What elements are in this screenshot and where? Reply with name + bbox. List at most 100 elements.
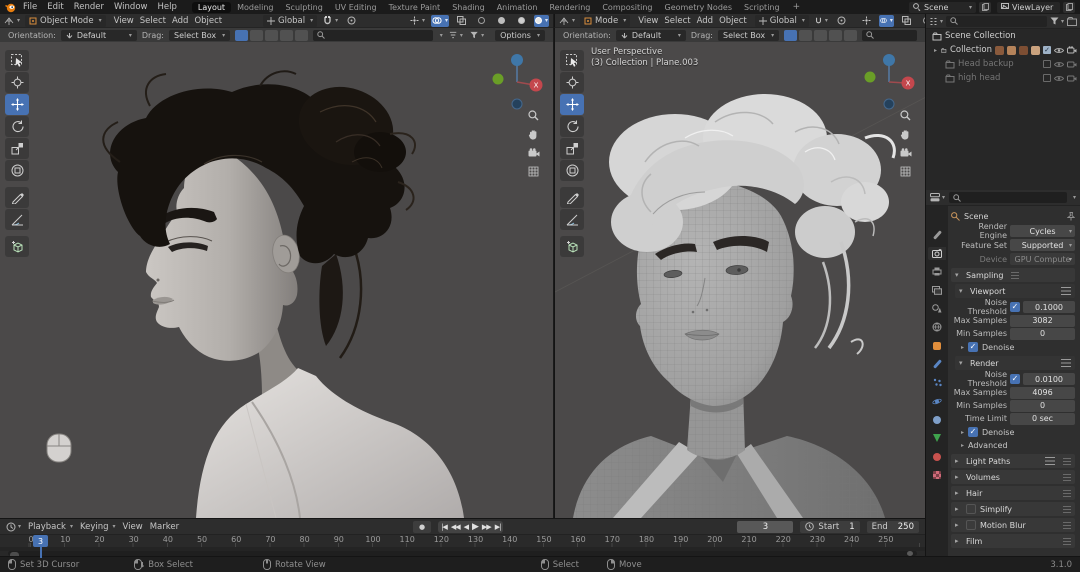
filter-funnel-icon[interactable]: ▾ [1050,17,1064,25]
panel-sampling[interactable]: ▾Sampling [951,268,1075,282]
new-view-layer-button[interactable] [1063,2,1075,13]
device-dropdown[interactable]: GPU Compute▾ [1010,253,1075,265]
proportional-editing-icon[interactable] [344,15,359,27]
measure-tool[interactable] [5,209,29,230]
select-box-tool[interactable] [560,50,584,71]
filter-type-icon[interactable]: ▾ [448,29,464,41]
panel-film[interactable]: ▸Film [951,534,1075,548]
snap-magnet-icon[interactable]: ▾ [322,15,339,27]
annotate-tool[interactable] [560,187,584,208]
max-samples-field[interactable]: 4096 [1010,387,1075,399]
rotate-tool[interactable] [5,116,29,137]
shading-material-icon[interactable] [514,15,529,27]
navigation-gizmo[interactable]: X [861,48,917,110]
tab-particles-icon[interactable] [928,376,946,389]
disable-render-camera-icon[interactable] [1067,46,1077,54]
workspace-tab[interactable]: UV Editing [329,2,383,13]
auto-keying-record-button[interactable]: ● [413,521,431,533]
shading-solid-icon[interactable] [494,15,509,27]
select-mode-intersect-icon[interactable] [844,30,857,41]
frame-start-field[interactable]: Start1 [800,521,859,533]
drag-mode-dropdown[interactable]: Select Box▾ [169,30,230,41]
workspace-tab[interactable]: Rendering [543,2,596,13]
menu-item[interactable]: View [635,16,661,26]
tab-physics-icon[interactable] [928,395,946,408]
menu-item[interactable]: View [111,16,137,26]
simplify-checkbox[interactable] [966,504,976,514]
timeline-ruler[interactable]: 0102030405060708090100110120130140150160… [0,534,925,547]
select-mode-invert-icon[interactable] [280,30,293,41]
collection-checkbox[interactable] [1043,74,1051,82]
editor-type-icon[interactable]: ▾ [559,16,575,26]
tab-render-icon[interactable] [928,247,946,260]
denoise-checkbox[interactable]: ✓ [968,427,978,437]
menu-item[interactable]: Window [109,2,153,12]
noise-threshold-field[interactable]: 0.1000 [1023,301,1075,313]
current-frame-marker[interactable]: 3 [33,535,48,547]
menu-item[interactable]: Render [69,2,109,12]
orientation-dropdown[interactable]: Default▾ [616,30,686,41]
menu-item[interactable]: Edit [42,2,68,12]
object-thumbnail[interactable] [1019,46,1028,55]
panel-denoise-viewport[interactable]: ▸ ✓ Denoise [951,340,1075,354]
viewport-left-canvas[interactable]: X [0,42,553,518]
add-cube-tool[interactable] [560,236,584,257]
workspace-tab[interactable]: Modeling [231,2,279,13]
pin-icon[interactable] [1067,212,1075,221]
annotate-tool[interactable] [5,187,29,208]
menu-item[interactable]: Object [191,16,225,26]
tab-scene-icon[interactable] [928,302,946,315]
outliner-row-scene-collection[interactable]: Scene Collection [926,29,1080,43]
tab-object-data-icon[interactable] [928,432,946,445]
proportional-editing-icon[interactable] [834,15,849,27]
workspace-tab[interactable]: Sculpting [279,2,328,13]
navigation-gizmo[interactable]: X [489,48,545,110]
transform-tool[interactable] [5,160,29,181]
transform-orientation-dropdown[interactable]: Global▾ [755,15,809,27]
select-mode-extend-icon[interactable] [250,30,263,41]
render-engine-dropdown[interactable]: Cycles▾ [1010,225,1075,237]
current-frame-field[interactable]: 3 [737,521,793,533]
panel-advanced[interactable]: ▸ Advanced [951,439,1075,452]
transform-tool[interactable] [560,160,584,181]
mode-dropdown[interactable]: Mode▾ [580,15,630,27]
outliner-search-input[interactable] [946,16,1047,27]
tab-tool-icon[interactable] [928,228,946,241]
panel-motion-blur[interactable]: ▸Motion Blur [951,518,1075,532]
select-box-tool[interactable] [5,50,29,71]
select-mode-subtract-icon[interactable] [265,30,278,41]
view-layer-selector[interactable]: ViewLayer [997,2,1060,13]
workspace-tab[interactable]: Layout [192,2,231,13]
show-gizmo-icon[interactable]: ▾ [409,15,426,27]
panel-volumes[interactable]: ▸Volumes [951,470,1075,484]
tool-search-input[interactable] [313,30,433,41]
blender-logo-icon[interactable] [5,2,16,13]
camera-view-icon[interactable] [528,148,540,158]
move-tool[interactable] [5,94,29,115]
cursor-tool[interactable] [5,72,29,93]
outliner-row-high-head[interactable]: high head [926,71,1080,85]
properties-editor-icon[interactable]: ▾ [930,193,945,202]
feature-set-dropdown[interactable]: Supported▾ [1010,239,1075,251]
workspace-tab[interactable]: Geometry Nodes [659,2,738,13]
mode-dropdown[interactable]: Object Mode▾ [25,15,106,27]
orthographic-grid-icon[interactable] [900,166,912,177]
tool-search-input[interactable] [862,30,917,41]
measure-tool[interactable] [560,209,584,230]
shading-rendered-icon[interactable]: ▾ [534,15,549,27]
cursor-tool[interactable] [560,72,584,93]
options-dropdown[interactable]: Options▾ [495,30,545,41]
rotate-tool[interactable] [560,116,584,137]
time-limit-field[interactable]: 0 sec [1010,413,1075,425]
tab-object-icon[interactable] [928,339,946,352]
xray-toggle-icon[interactable] [899,15,914,27]
min-samples-field[interactable]: 0 [1010,400,1075,412]
tab-output-icon[interactable] [928,265,946,278]
camera-view-icon[interactable] [900,148,912,158]
menu-item[interactable]: File [18,2,42,12]
panel-hair[interactable]: ▸Hair [951,486,1075,500]
add-cube-tool[interactable] [5,236,29,257]
transform-orientation-dropdown[interactable]: Global▾ [263,15,317,27]
jump-to-end-button[interactable]: ▶| [495,523,501,531]
workspace-tab[interactable]: Compositing [596,2,658,13]
